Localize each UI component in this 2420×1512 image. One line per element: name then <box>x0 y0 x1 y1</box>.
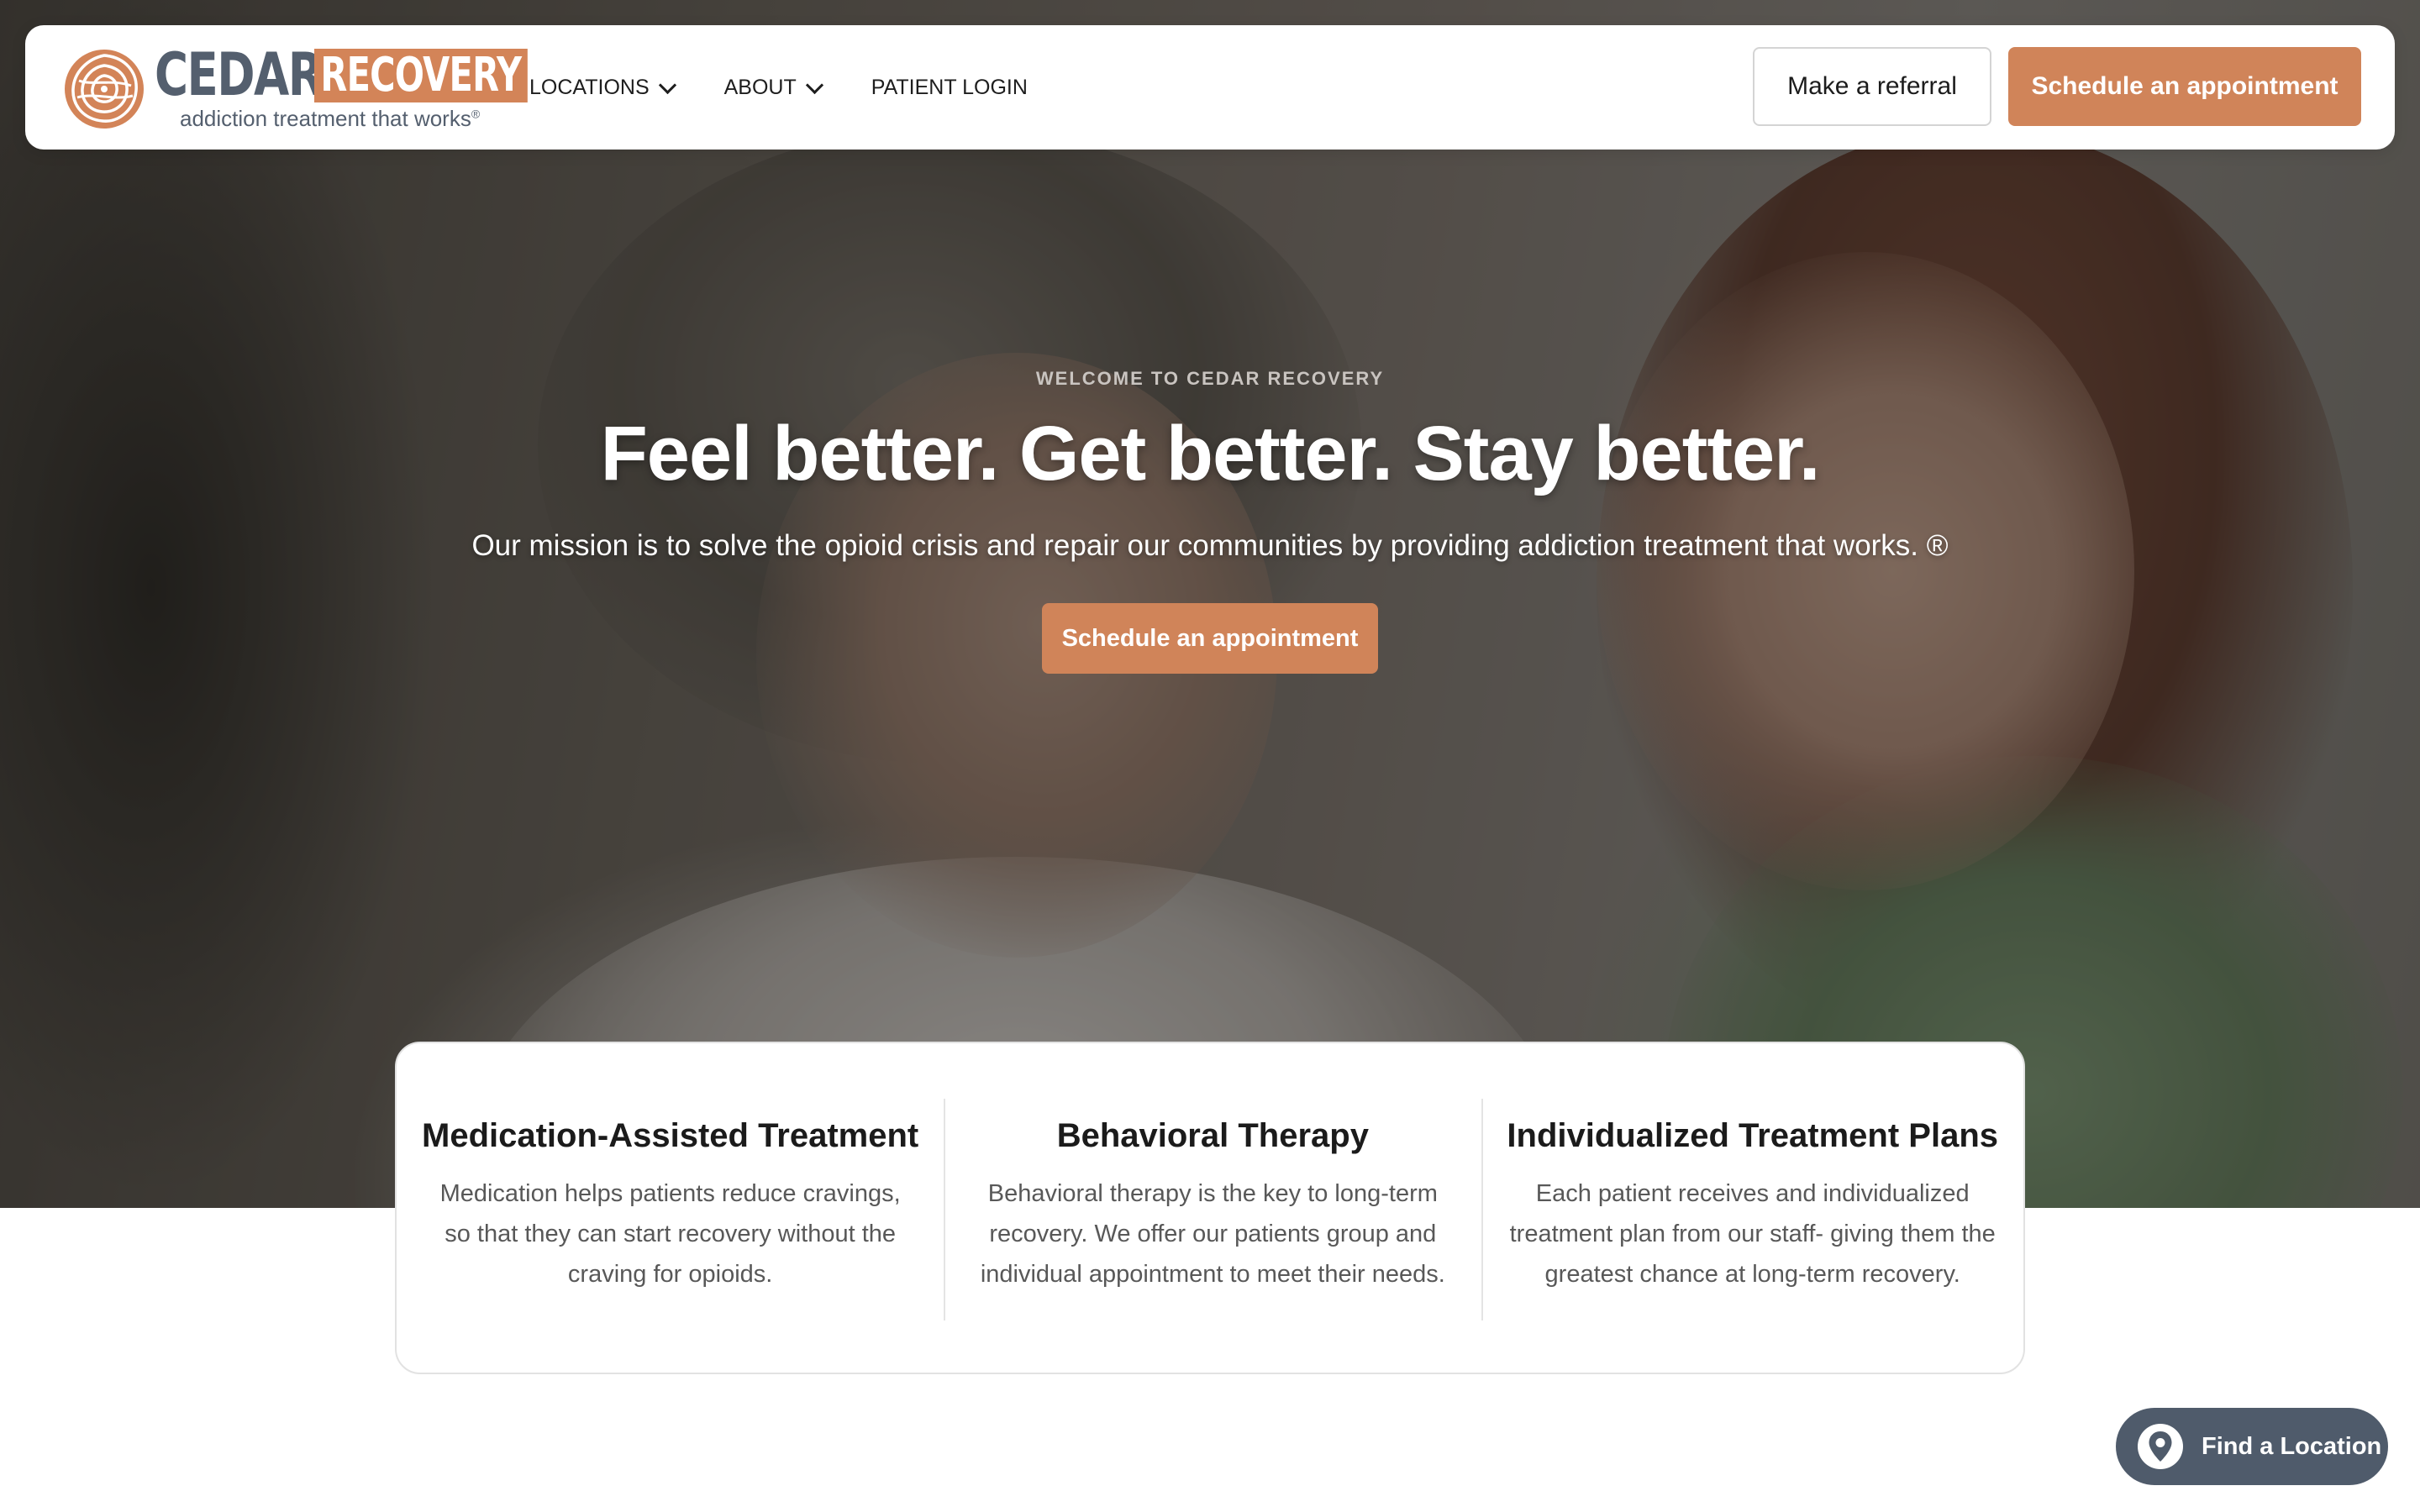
feature-medication-assisted-treatment: Medication-Assisted Treatment Medication… <box>397 1043 944 1373</box>
nav-item-about[interactable]: ABOUT <box>723 75 823 100</box>
nav-item-label: LOCATIONS <box>529 75 650 99</box>
map-pin-icon <box>2138 1424 2183 1469</box>
registered-mark: ® <box>471 107 481 121</box>
nav-item-patient-login[interactable]: PATIENT LOGIN <box>871 76 1028 100</box>
logo-tagline: addiction treatment that works® <box>180 106 480 132</box>
tree-ring-logo-icon <box>65 50 144 129</box>
feature-description: Medication helps patients reduce craving… <box>439 1180 901 1288</box>
feature-description: Each patient receives and individualized… <box>1509 1180 1996 1288</box>
schedule-appointment-button[interactable]: Schedule an appointment <box>2008 47 2361 126</box>
nav-item-label: PATIENT LOGIN <box>871 75 1028 99</box>
feature-title: Medication-Assisted Treatment <box>422 1117 919 1154</box>
services-card: Medication-Assisted Treatment Medication… <box>395 1042 2025 1374</box>
hero-schedule-appointment-button[interactable]: Schedule an appointment <box>1042 603 1378 674</box>
nav-item-label: ABOUT <box>723 75 797 99</box>
feature-description: Behavioral therapy is the key to long-te… <box>980 1180 1445 1288</box>
feature-title: Behavioral Therapy <box>1056 1117 1369 1154</box>
hero-headline: Feel better. Get better. Stay better. <box>600 411 1821 496</box>
chevron-down-icon <box>658 76 676 94</box>
site-header: CEDAR RECOVERY addiction treatment that … <box>25 25 2395 150</box>
feature-behavioral-therapy: Behavioral Therapy Behavioral therapy is… <box>944 1043 1481 1373</box>
hero-mission-statement: Our mission is to solve the opioid crisi… <box>471 529 1949 562</box>
logo-tagline-text: addiction treatment that works <box>180 106 471 131</box>
find-location-label: Find a Location <box>2202 1432 2382 1460</box>
feature-title: Individualized Treatment Plans <box>1507 1117 1998 1154</box>
nav-item-locations[interactable]: LOCATIONS <box>529 75 676 100</box>
main-navigation: LOCATIONS ABOUT PATIENT LOGIN <box>529 25 1078 150</box>
logo-wordmark-cedar: CEDAR <box>155 40 324 109</box>
find-location-button[interactable]: Find a Location <box>2116 1408 2388 1485</box>
cedar-recovery-logo[interactable]: CEDAR RECOVERY addiction treatment that … <box>62 40 528 134</box>
feature-individualized-treatment-plans: Individualized Treatment Plans Each pati… <box>1481 1043 2023 1373</box>
logo-wordmark-recovery: RECOVERY <box>314 49 528 102</box>
hero-eyebrow: WELCOME TO CEDAR RECOVERY <box>1035 368 1385 389</box>
map-pin-glyph <box>2149 1431 2172 1462</box>
chevron-down-icon <box>805 76 823 94</box>
make-referral-button[interactable]: Make a referral <box>1753 47 1991 126</box>
